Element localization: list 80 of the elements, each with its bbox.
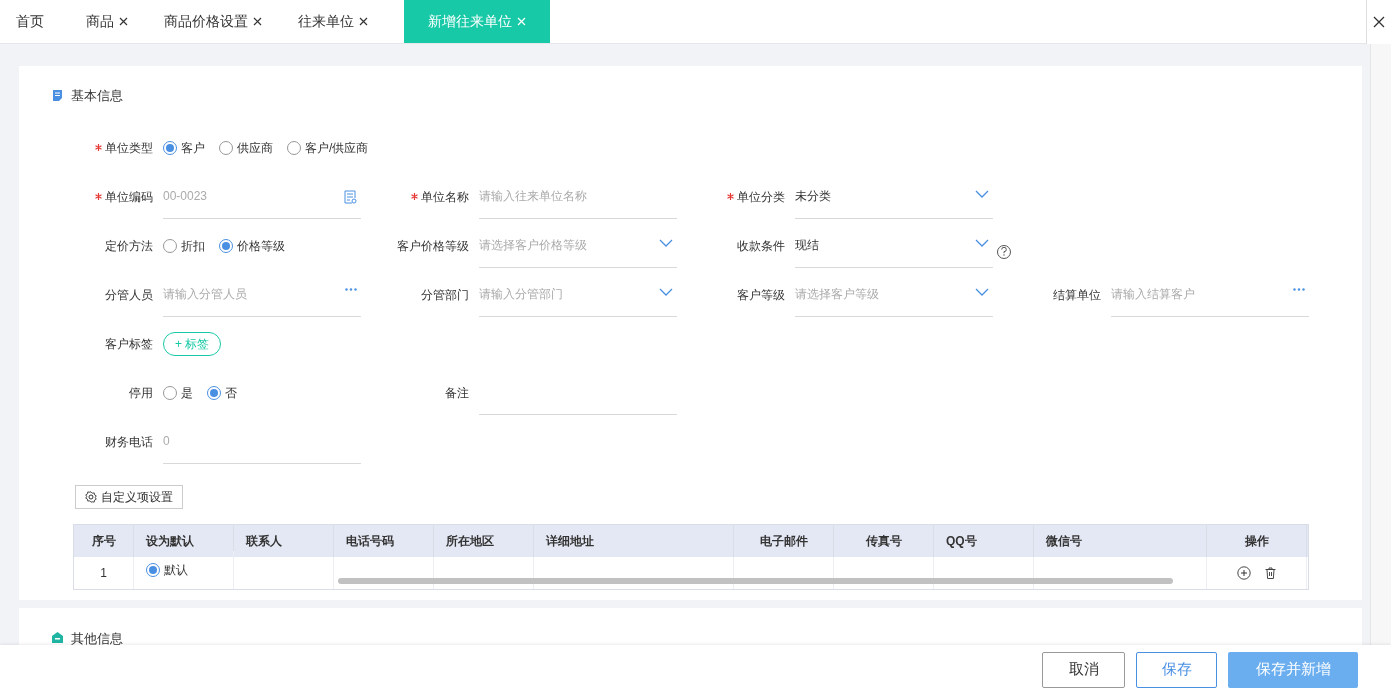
field-label: 单位编码 (105, 188, 153, 206)
radio-button[interactable] (207, 385, 221, 400)
field-label: 分管部门 (421, 286, 469, 304)
close-icon (1373, 16, 1385, 28)
option-label: 供应商 (237, 139, 273, 157)
close-icon[interactable] (253, 17, 262, 26)
radio-button[interactable] (163, 140, 177, 155)
tab[interactable]: 商品价格设置 (164, 0, 298, 43)
house-icon (52, 632, 63, 643)
column-header: 微信号 (1034, 525, 1207, 557)
input-field[interactable]: 请输入分管人员 (163, 282, 361, 317)
column-header: 传真号 (834, 525, 934, 557)
close-icon[interactable] (359, 17, 368, 26)
radio-button[interactable] (219, 238, 233, 253)
input-field[interactable]: 0 (163, 429, 361, 464)
option-label: 默认 (164, 562, 188, 579)
field-label: 单位分类 (737, 188, 785, 206)
field-label: 结算单位 (1053, 286, 1101, 304)
column-header: 电子邮件 (734, 525, 834, 557)
field-label: 收款条件 (737, 237, 785, 255)
radio-button[interactable] (146, 563, 160, 577)
radio-button[interactable] (163, 385, 177, 400)
field-label: 财务电话 (105, 433, 153, 451)
delete-icon[interactable] (1265, 567, 1276, 579)
chevron-down-icon[interactable] (659, 238, 673, 247)
column-header: 联系人 (234, 525, 334, 557)
section-title: 基本信息 (71, 87, 123, 105)
input-field[interactable]: 00-0023 (163, 184, 361, 219)
chevron-down-icon[interactable] (659, 287, 673, 296)
field-label: 停用 (129, 384, 153, 402)
column-header: 所在地区 (434, 525, 534, 557)
input-field[interactable]: 未分类 (795, 184, 993, 219)
field-label: 客户价格等级 (397, 237, 469, 255)
input-field[interactable]: 请选择客户等级 (795, 282, 993, 317)
field-label: 客户标签 (105, 335, 153, 353)
document-icon (52, 89, 63, 103)
field-label: 客户等级 (737, 286, 785, 304)
radio-button[interactable] (163, 238, 177, 253)
field-label: 单位名称 (421, 188, 469, 206)
column-header: 序号 (74, 525, 134, 557)
ellipsis-icon[interactable] (1293, 287, 1305, 291)
option-label: 价格等级 (237, 237, 285, 255)
section-title: 其他信息 (71, 632, 123, 645)
input-field[interactable]: 请输入分管部门 (479, 282, 677, 317)
footer-button[interactable]: 取消 (1042, 651, 1125, 688)
close-button[interactable] (1366, 0, 1391, 44)
option-label: 客户/供应商 (305, 139, 369, 157)
option-label: 是 (181, 384, 193, 402)
column-header: 设为默认 (134, 525, 234, 557)
column-header: QQ号 (934, 525, 1034, 557)
document-icon[interactable] (344, 189, 357, 204)
chevron-down-icon[interactable] (975, 287, 989, 296)
table-cell-text: 1 (100, 565, 107, 582)
column-header: 电话号码 (334, 525, 434, 557)
input-field[interactable]: 请输入往来单位名称 (479, 184, 677, 219)
field-label: 备注 (445, 384, 469, 402)
tab[interactable]: 商品 (86, 0, 164, 43)
custom-fields-button[interactable]: 自定义项设置 (75, 485, 183, 509)
input-field[interactable]: 请选择客户价格等级 (479, 233, 677, 268)
field-label: 分管人员 (105, 286, 153, 304)
close-icon[interactable] (119, 17, 128, 26)
input-field[interactable]: 请输入结算客户 (1111, 282, 1309, 317)
tab[interactable]: 往来单位 (298, 0, 404, 43)
gear-icon (85, 491, 97, 503)
ellipsis-icon[interactable] (345, 287, 357, 291)
option-label: 客户 (181, 139, 205, 157)
column-header: 操作 (1207, 525, 1307, 557)
horizontal-scrollbar[interactable] (338, 578, 1173, 584)
column-header: 详细地址 (534, 525, 734, 557)
input-field[interactable]: 现结 (795, 233, 993, 268)
add-row-icon[interactable] (1237, 566, 1251, 580)
chevron-down-icon[interactable] (975, 189, 989, 198)
option-label: 折扣 (181, 237, 205, 255)
field-label: 单位类型 (105, 139, 153, 157)
radio-button[interactable] (287, 140, 301, 155)
field-label: 定价方法 (105, 237, 153, 255)
chevron-down-icon[interactable] (975, 238, 989, 247)
tab[interactable]: 首页 (0, 0, 86, 43)
radio-button[interactable] (219, 140, 233, 155)
option-label: 否 (225, 384, 237, 402)
